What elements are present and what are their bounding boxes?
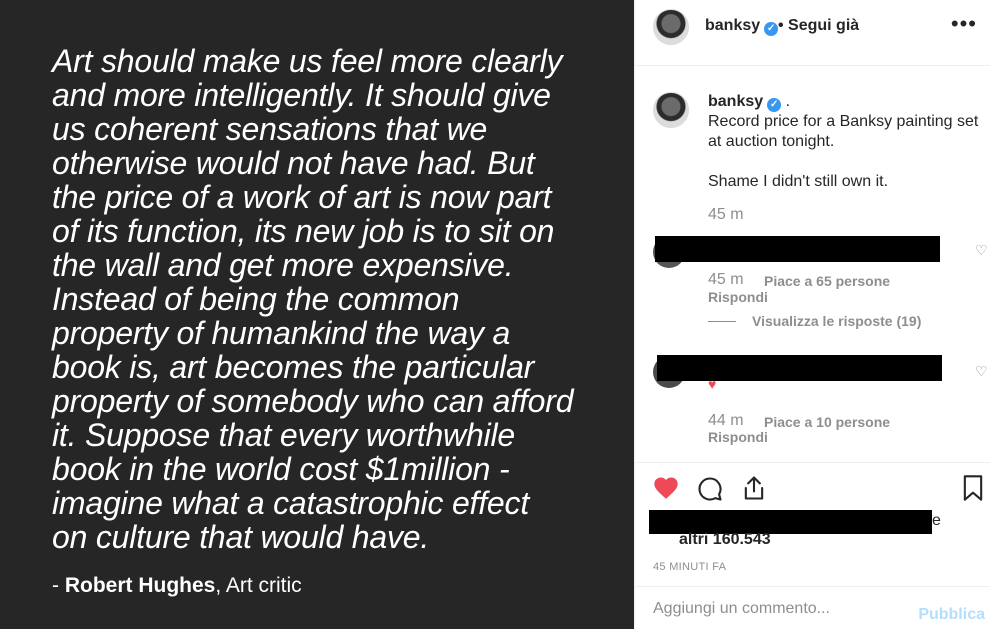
- publish-button[interactable]: Pubblica: [918, 606, 985, 624]
- header-username[interactable]: banksy ✓: [705, 17, 779, 36]
- quote-attribution: - Robert Hughes, Art critic: [52, 574, 302, 598]
- caption-avatar[interactable]: [653, 92, 689, 128]
- post-image: Art should make us feel more clearly and…: [0, 0, 634, 629]
- caption-dot: .: [785, 93, 791, 110]
- verified-badge-icon: ✓: [764, 22, 779, 36]
- heart-emoji-icon: ♥: [708, 376, 717, 392]
- heart-icon[interactable]: [652, 474, 680, 502]
- post-actions: e altri 160.543 45 MINUTI FA: [635, 462, 990, 587]
- caption-line-1: Record price for a Banksy painting set: [708, 113, 979, 130]
- post-sidebar: banksy ✓ • Segui già ••• banksy ✓ . Record…: [634, 0, 990, 629]
- comment-like-icon[interactable]: ♡: [975, 363, 988, 380]
- quote-text: Art should make us feel more clearly and…: [52, 43, 574, 555]
- comment-time: 45 m: [708, 271, 744, 288]
- post-timestamp: 45 MINUTI FA: [653, 561, 727, 573]
- redacted-comment-text: [655, 236, 940, 262]
- add-comment-bar: Pubblica: [635, 586, 990, 629]
- caption-header: banksy ✓ .: [708, 92, 983, 112]
- share-icon[interactable]: [740, 474, 768, 502]
- likes-prefix: e: [932, 512, 941, 529]
- more-options-icon[interactable]: •••: [951, 13, 977, 35]
- caption: banksy ✓ . Record price for a Banksy pain…: [708, 92, 983, 192]
- reply-button[interactable]: Rispondi: [708, 429, 768, 445]
- header-username-text[interactable]: banksy: [705, 17, 760, 34]
- view-replies-button[interactable]: Visualizza le risposte (19): [752, 313, 921, 329]
- replies-divider: [708, 321, 736, 322]
- comment-input[interactable]: [653, 597, 903, 621]
- redacted-comment-text: [657, 355, 942, 381]
- comment-like-icon[interactable]: ♡: [975, 242, 988, 259]
- post-header: banksy ✓ • Segui già •••: [635, 0, 990, 66]
- follow-status-button[interactable]: • Segui già: [778, 17, 859, 35]
- comment-likes[interactable]: Piace a 65 persone: [764, 273, 890, 289]
- caption-time: 45 m: [708, 206, 744, 223]
- verified-badge-icon: ✓: [767, 98, 782, 112]
- caption-username[interactable]: banksy: [708, 93, 763, 110]
- likes-count[interactable]: altri 160.543: [679, 531, 771, 549]
- avatar[interactable]: [653, 9, 689, 45]
- author-role: , Art critic: [215, 574, 302, 597]
- quote-author: Robert Hughes: [64, 574, 216, 597]
- attribution-prefix: -: [52, 574, 65, 597]
- comment-icon[interactable]: [696, 475, 724, 503]
- comment-likes[interactable]: Piace a 10 persone: [764, 414, 890, 430]
- comment-time: 44 m: [708, 412, 744, 429]
- caption-line-3: Shame I didn't still own it.: [708, 173, 889, 190]
- caption-line-2: at auction tonight.: [708, 133, 835, 150]
- bookmark-icon[interactable]: [959, 474, 987, 502]
- reply-button[interactable]: Rispondi: [708, 289, 768, 305]
